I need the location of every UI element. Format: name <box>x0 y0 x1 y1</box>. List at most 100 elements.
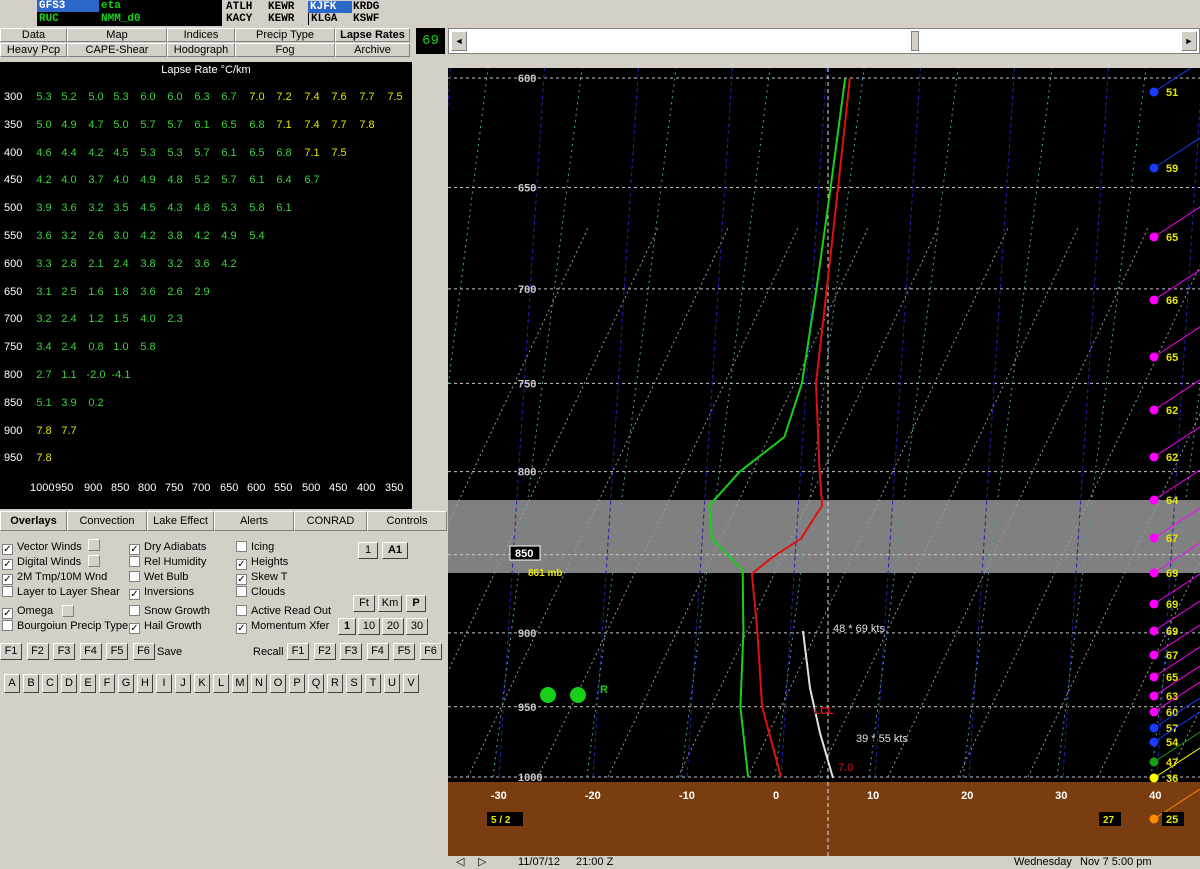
letter-n-button[interactable]: N <box>251 674 267 693</box>
menu-hodograph[interactable]: Hodograph <box>167 43 235 57</box>
letter-a-button[interactable]: A <box>4 674 20 693</box>
station-krdg[interactable]: KRDG <box>351 1 381 13</box>
checkbox-box[interactable]: ✓ <box>236 623 247 634</box>
checkbox-box[interactable]: ✓ <box>129 623 140 634</box>
letter-r-button[interactable]: R <box>327 674 343 693</box>
letter-o-button[interactable]: O <box>270 674 286 693</box>
menu-precip-type[interactable]: Precip Type <box>235 28 335 42</box>
save-f4-button[interactable]: F4 <box>79 643 102 660</box>
overlay-momentum-xfer-checkbox[interactable]: ✓ Momentum Xfer <box>236 620 329 634</box>
letter-h-button[interactable]: H <box>137 674 153 693</box>
scroll-right-arrow-icon[interactable]: ► <box>1181 31 1197 51</box>
checkbox-box[interactable] <box>129 556 140 567</box>
next-arrow-icon[interactable]: ▷ <box>478 856 486 869</box>
vector-winds-color-button[interactable] <box>88 539 100 551</box>
checkbox-box[interactable]: ✓ <box>2 544 13 555</box>
overlay-omega-checkbox[interactable]: ✓ Omega <box>2 605 53 619</box>
overlay-heights-checkbox[interactable]: ✓ Heights <box>236 556 288 570</box>
overlay-bourgoiun-precip-type-checkbox[interactable]: Bourgoiun Precip Type <box>2 620 128 634</box>
station-kewr[interactable]: KEWR <box>266 1 296 13</box>
letter-g-button[interactable]: G <box>118 674 134 693</box>
omega-color-button[interactable] <box>62 605 74 617</box>
checkbox-box[interactable]: ✓ <box>236 574 247 585</box>
letter-q-button[interactable]: Q <box>308 674 324 693</box>
checkbox-box[interactable]: ✓ <box>2 559 13 570</box>
overlay-rel-humidity-checkbox[interactable]: Rel Humidity <box>129 556 206 570</box>
units-km-button[interactable]: Km <box>378 595 402 612</box>
checkbox-box[interactable] <box>236 605 247 616</box>
checkbox-box[interactable] <box>2 586 13 597</box>
level-1-button[interactable]: 1 <box>358 542 378 559</box>
save-f2-button[interactable]: F2 <box>26 643 49 660</box>
letter-p-button[interactable]: P <box>289 674 305 693</box>
overlay-digital-winds-checkbox[interactable]: ✓ Digital Winds <box>2 556 81 570</box>
menu-fog[interactable]: Fog <box>235 43 335 57</box>
save-f6-button[interactable]: F6 <box>132 643 155 660</box>
step-10-button[interactable]: 10 <box>358 618 380 635</box>
overlay-snow-growth-checkbox[interactable]: Snow Growth <box>129 605 210 619</box>
letter-f-button[interactable]: F <box>99 674 115 693</box>
scroll-thumb[interactable] <box>911 31 919 51</box>
overlay-clouds-checkbox[interactable]: Clouds <box>236 586 285 600</box>
station-atlh[interactable]: ATLH <box>224 1 254 13</box>
letter-i-button[interactable]: I <box>156 674 172 693</box>
overlay-layer-to-layer-shear-checkbox[interactable]: Layer to Layer Shear <box>2 586 120 600</box>
recall-f2-button[interactable]: F2 <box>313 643 336 660</box>
time-scrollbar[interactable]: ◄ ► <box>448 28 1200 54</box>
tab-lake-effect[interactable]: Lake Effect <box>147 511 214 531</box>
overlay-dry-adiabats-checkbox[interactable]: ✓ Dry Adiabats <box>129 541 206 555</box>
save-f1-button[interactable]: F1 <box>0 643 22 660</box>
recall-f3-button[interactable]: F3 <box>340 643 362 660</box>
letter-j-button[interactable]: J <box>175 674 191 693</box>
units-p-button[interactable]: P <box>406 595 426 612</box>
recall-f1-button[interactable]: F1 <box>287 643 309 660</box>
letter-e-button[interactable]: E <box>80 674 96 693</box>
overlay-skew-t-checkbox[interactable]: ✓ Skew T <box>236 571 287 585</box>
station-kjfk[interactable]: KJFK <box>308 1 352 13</box>
checkbox-box[interactable]: ✓ <box>129 544 140 555</box>
overlay-2m-tmp-10m-wnd-checkbox[interactable]: ✓ 2M Tmp/10M Wnd <box>2 571 107 585</box>
checkbox-box[interactable] <box>129 571 140 582</box>
letter-v-button[interactable]: V <box>403 674 419 693</box>
letter-t-button[interactable]: T <box>365 674 381 693</box>
scroll-left-arrow-icon[interactable]: ◄ <box>451 31 467 51</box>
letter-s-button[interactable]: S <box>346 674 362 693</box>
letter-b-button[interactable]: B <box>23 674 39 693</box>
overlay-active-read-out-checkbox[interactable]: Active Read Out <box>236 605 331 619</box>
menu-heavy-pcp[interactable]: Heavy Pcp <box>0 43 67 57</box>
letter-d-button[interactable]: D <box>61 674 77 693</box>
recall-f6-button[interactable]: F6 <box>419 643 442 660</box>
tab-convection[interactable]: Convection <box>67 511 147 531</box>
model-gfs3[interactable]: GFS3 <box>37 0 99 12</box>
menu-data[interactable]: Data <box>0 28 67 42</box>
level-a1-button[interactable]: A1 <box>382 542 408 559</box>
save-f3-button[interactable]: F3 <box>53 643 75 660</box>
checkbox-box[interactable] <box>236 541 247 552</box>
menu-lapse-rates[interactable]: Lapse Rates <box>335 28 410 42</box>
overlay-icing-checkbox[interactable]: Icing <box>236 541 274 555</box>
overlay-inversions-checkbox[interactable]: ✓ Inversions <box>129 586 194 600</box>
overlay-vector-winds-checkbox[interactable]: ✓ Vector Winds <box>2 541 82 555</box>
checkbox-box[interactable]: ✓ <box>236 559 247 570</box>
recall-f4-button[interactable]: F4 <box>366 643 389 660</box>
units-ft-button[interactable]: Ft <box>353 595 375 612</box>
checkbox-box[interactable]: ✓ <box>129 589 140 600</box>
tab-overlays[interactable]: Overlays <box>0 511 67 531</box>
step-30-button[interactable]: 30 <box>406 618 428 635</box>
overlay-hail-growth-checkbox[interactable]: ✓ Hail Growth <box>129 620 201 634</box>
step-1-button[interactable]: 1 <box>338 618 356 635</box>
overlay-wet-bulb-checkbox[interactable]: Wet Bulb <box>129 571 188 585</box>
skew-t-diagram[interactable]: 6006507007508008509009501000850861 mb0-3… <box>448 68 1200 858</box>
station-kswf[interactable]: KSWF <box>351 13 381 25</box>
model-eta[interactable]: eta <box>99 0 123 12</box>
letter-m-button[interactable]: M <box>232 674 248 693</box>
checkbox-box[interactable] <box>129 605 140 616</box>
save-f5-button[interactable]: F5 <box>106 643 128 660</box>
recall-f5-button[interactable]: F5 <box>393 643 415 660</box>
station-klga[interactable]: KLGA <box>308 13 339 25</box>
step-20-button[interactable]: 20 <box>382 618 404 635</box>
tab-conrad[interactable]: CONRAD <box>294 511 367 531</box>
tab-controls[interactable]: Controls <box>367 511 447 531</box>
letter-k-button[interactable]: K <box>194 674 210 693</box>
letter-u-button[interactable]: U <box>384 674 400 693</box>
